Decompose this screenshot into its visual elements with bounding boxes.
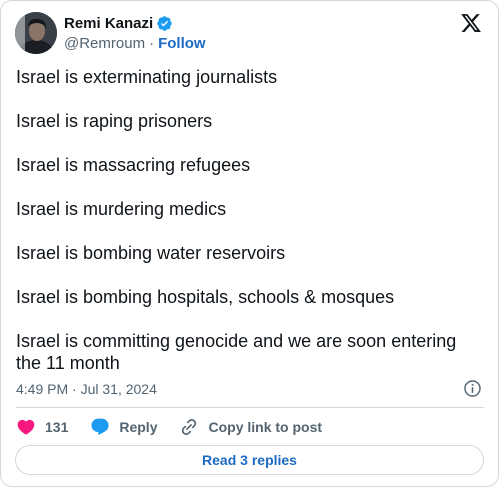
post-text: Israel is exterminating journalists Isra… <box>16 66 486 374</box>
read-replies-button[interactable]: Read 3 replies <box>15 445 484 475</box>
divider <box>16 407 484 408</box>
reply-label: Reply <box>119 419 158 435</box>
heart-icon <box>16 417 36 437</box>
post-line: Israel is raping prisoners <box>16 111 213 131</box>
post-line: Israel is massacring refugees <box>16 155 251 175</box>
post-line: Israel is bombing water reservoirs <box>16 243 286 263</box>
avatar[interactable] <box>15 12 57 54</box>
post-header: Remi Kanazi @Remroum · Follow <box>15 12 484 56</box>
post-line: Israel is exterminating journalists <box>16 67 278 87</box>
verified-badge-icon <box>156 15 173 32</box>
copy-link-button[interactable]: Copy link to post <box>179 417 322 437</box>
post-line: Israel is committing genocide and we are… <box>16 331 457 373</box>
post-line: Israel is bombing hospitals, schools & m… <box>16 287 395 307</box>
post-meta: 4:49 PM · Jul 31, 2024 <box>16 379 484 399</box>
author-name[interactable]: Remi Kanazi <box>64 15 153 32</box>
follow-button[interactable]: Follow <box>158 35 206 52</box>
separator-dot: · <box>149 34 155 52</box>
author-info: Remi Kanazi @Remroum · Follow <box>64 14 206 53</box>
author-handle[interactable]: @Remroum <box>64 35 145 52</box>
like-button[interactable]: 131 <box>16 417 68 437</box>
info-icon[interactable] <box>463 379 482 398</box>
x-logo-icon[interactable] <box>460 12 482 34</box>
link-icon <box>179 417 199 437</box>
post-timestamp[interactable]: 4:49 PM · Jul 31, 2024 <box>16 381 157 397</box>
speech-bubble-icon <box>90 417 110 437</box>
action-bar: 131 Reply Copy link to post <box>16 416 322 438</box>
copy-link-label: Copy link to post <box>208 419 323 435</box>
reply-button[interactable]: Reply <box>90 417 157 437</box>
like-count: 131 <box>45 419 69 435</box>
embedded-post-card: Remi Kanazi @Remroum · Follow Israel is <box>0 0 499 487</box>
post-line: Israel is murdering medics <box>16 199 227 219</box>
